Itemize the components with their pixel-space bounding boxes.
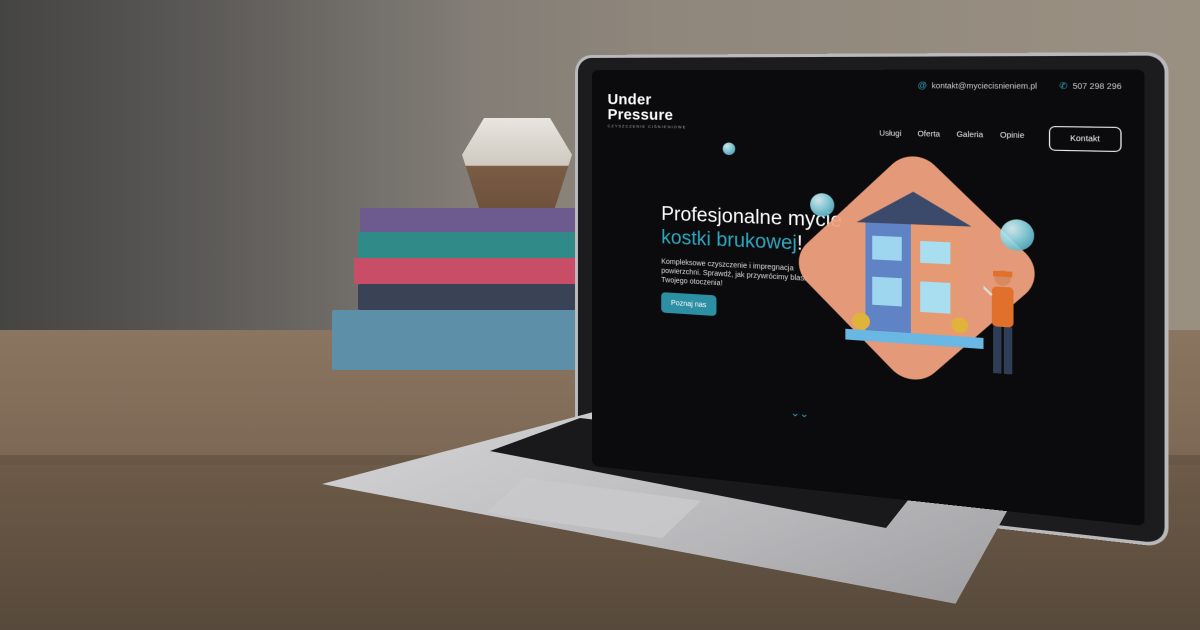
nav-item-oferta[interactable]: Oferta: [918, 131, 941, 139]
logo-tagline: CZYSZCZENIE CIŚNIENIOWE: [607, 123, 687, 130]
book: [358, 232, 598, 258]
email-link[interactable]: @ kontakt@myciecisnieniem.pl: [918, 80, 1037, 90]
house-illustration: [845, 189, 984, 350]
email-text: kontakt@myciecisnieniem.pl: [931, 82, 1038, 91]
chevrons-down-icon[interactable]: ⌄⌄: [791, 407, 809, 420]
nav-item-galeria[interactable]: Galeria: [956, 131, 983, 139]
book-stack: [330, 200, 600, 380]
bubble-decoration: [722, 142, 736, 156]
phone-icon: ✆: [1059, 80, 1068, 91]
book: [332, 310, 578, 370]
book: [354, 258, 598, 284]
book: [358, 284, 596, 310]
at-sign-icon: @: [917, 80, 928, 90]
contact-button[interactable]: Kontakt: [1048, 125, 1122, 153]
poznaj-nas-button[interactable]: Poznaj nas: [661, 292, 717, 317]
nav-item-uslugi[interactable]: Usługi: [879, 130, 901, 138]
book: [360, 208, 595, 234]
phone-text: 507 298 296: [1072, 82, 1122, 91]
laptop-screen: @ kontakt@myciecisnieniem.pl ✆ 507 298 296…: [592, 69, 1145, 527]
nav-item-opinie[interactable]: Opinie: [1000, 132, 1024, 140]
worker-illustration: [983, 266, 1014, 375]
main-nav: Usługi Oferta Galeria Opinie: [879, 130, 1024, 140]
bubble-decoration: [810, 192, 835, 218]
phone-link[interactable]: ✆ 507 298 296: [1059, 80, 1121, 90]
hero-title-accent: kostki brukowej: [661, 226, 797, 255]
hero-illustration: [787, 144, 1048, 420]
logo-line2: Pressure: [607, 106, 674, 125]
bubble-decoration: [1000, 218, 1035, 252]
brand-logo[interactable]: Under Pressure CZYSZCZENIE CIŚNIENIOWE: [607, 91, 687, 130]
